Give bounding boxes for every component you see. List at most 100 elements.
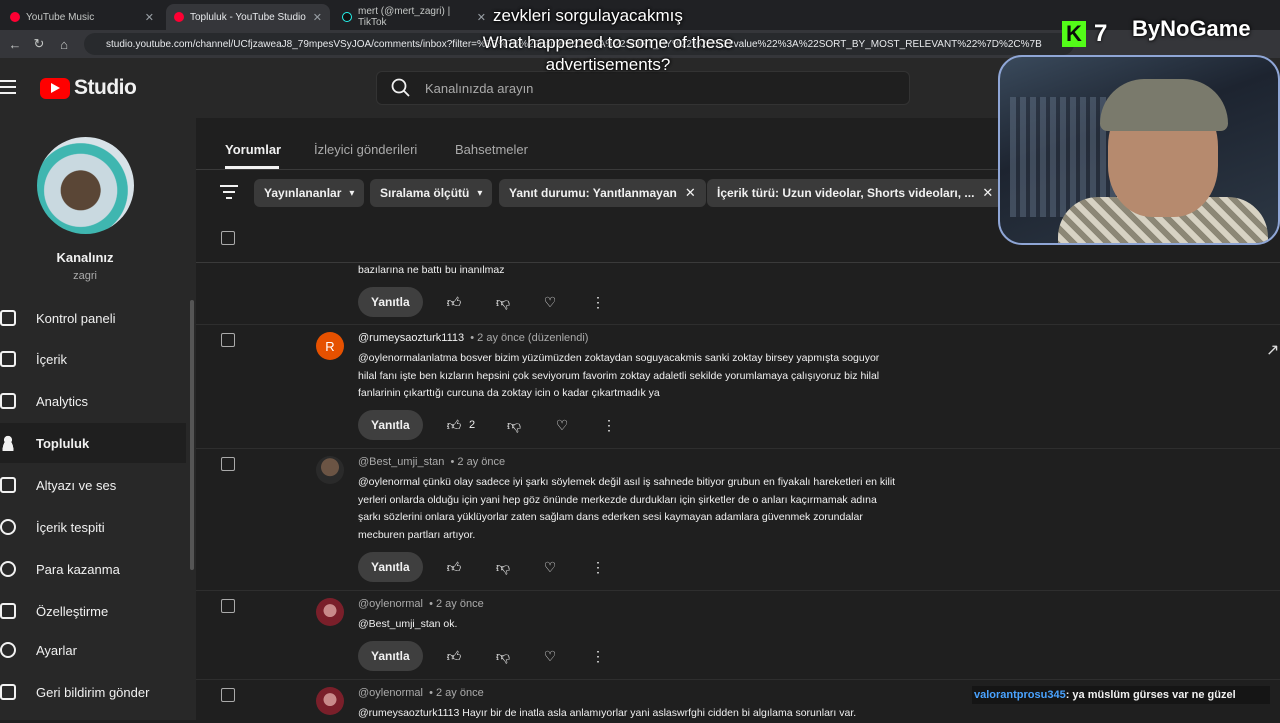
community-icon bbox=[0, 435, 16, 451]
sidebar-scrollbar[interactable] bbox=[190, 300, 194, 570]
filter-chip-published[interactable]: Yayınlananlar ▾ bbox=[254, 179, 365, 207]
sidebar-item-dashboard[interactable]: Kontrol paneli bbox=[0, 298, 186, 338]
sidebar-item-label: Özelleştirme bbox=[36, 603, 109, 619]
analytics-icon bbox=[0, 393, 16, 409]
reply-button[interactable]: Yanıtla bbox=[358, 641, 423, 671]
heart-icon[interactable]: ♡ bbox=[541, 647, 559, 665]
filter-chip-content-type[interactable]: İçerik türü: Uzun videolar, Shorts video… bbox=[707, 179, 1004, 207]
comment-time: • 2 ay önce (düzenlendi) bbox=[470, 332, 589, 344]
like-icon[interactable]: 👍︎ bbox=[445, 558, 463, 576]
filter-icon[interactable] bbox=[220, 185, 238, 199]
sidebar-item-label: Topluluk bbox=[36, 435, 90, 451]
channel-avatar[interactable] bbox=[37, 137, 134, 234]
comment-author: @oylenormal • 2 ay önce bbox=[358, 598, 484, 610]
youtube-studio-favicon-icon bbox=[174, 12, 184, 22]
sidebar-item-settings[interactable]: Ayarlar bbox=[0, 630, 186, 670]
filter-chip-reply-status[interactable]: Yanıt durumu: Yanıtlanmayan ✕ bbox=[499, 179, 706, 207]
sidebar-item-content[interactable]: İçerik bbox=[0, 339, 186, 379]
browser-tab-label: YouTube Music bbox=[26, 11, 95, 23]
filter-chip-label: Sıralama ölçütü bbox=[380, 186, 470, 200]
content-icon bbox=[0, 351, 16, 367]
sidebar-item-community[interactable]: Topluluk bbox=[0, 423, 186, 463]
reply-label: Yanıtla bbox=[371, 295, 410, 309]
comment-checkbox[interactable] bbox=[221, 688, 235, 702]
sidebar-item-analytics[interactable]: Analytics bbox=[0, 381, 186, 421]
avatar[interactable] bbox=[316, 598, 344, 626]
more-options-icon[interactable]: ⋮ bbox=[589, 558, 607, 576]
reply-label: Yanıtla bbox=[371, 649, 410, 663]
channel-search-input[interactable]: Kanalınızda arayın bbox=[376, 71, 910, 105]
sidebar-item-copyright[interactable]: İçerik tespiti bbox=[0, 507, 186, 547]
tab-viewer-posts[interactable]: İzleyici gönderileri bbox=[314, 142, 417, 157]
more-options-icon[interactable]: ⋮ bbox=[589, 293, 607, 311]
comment-author-handle[interactable]: @Best_umji_stan bbox=[358, 456, 444, 468]
dislike-icon[interactable]: 👎︎ bbox=[494, 558, 512, 576]
like-icon[interactable]: 👍︎ bbox=[445, 647, 463, 665]
search-icon bbox=[391, 78, 410, 97]
youtube-studio-logo[interactable]: Studio bbox=[40, 76, 137, 100]
browser-tab-tiktok[interactable]: mert (@mert_zagri) | TikTok ✕ bbox=[334, 4, 494, 30]
browser-tab-label: mert (@mert_zagri) | TikTok bbox=[358, 6, 451, 28]
reply-button[interactable]: Yanıtla bbox=[358, 287, 423, 317]
more-options-icon[interactable]: ⋮ bbox=[589, 647, 607, 665]
reply-button[interactable]: Yanıtla bbox=[358, 552, 423, 582]
like-icon[interactable]: 👍︎ bbox=[445, 416, 463, 434]
chevron-down-icon: ▾ bbox=[349, 187, 355, 199]
heart-icon[interactable]: ♡ bbox=[541, 558, 559, 576]
streamer-watermark: ByNoGame bbox=[1132, 16, 1251, 41]
reply-label: Yanıtla bbox=[371, 418, 410, 432]
comment-author: @Best_umji_stan • 2 ay önce bbox=[358, 456, 505, 468]
open-external-arrow-icon[interactable]: ↗ bbox=[1266, 340, 1279, 360]
close-tab-icon[interactable]: ✕ bbox=[313, 11, 322, 24]
comment-time: • 2 ay önce bbox=[450, 456, 506, 468]
sidebar-item-subtitles[interactable]: Altyazı ve ses bbox=[0, 465, 186, 505]
webcam-overlay bbox=[998, 55, 1280, 245]
browser-tab-label: Topluluk - YouTube Studio bbox=[190, 11, 306, 23]
hamburger-menu-icon[interactable] bbox=[0, 80, 16, 94]
comment-checkbox[interactable] bbox=[221, 457, 235, 471]
comment-author-handle[interactable]: @oylenormal bbox=[358, 598, 423, 610]
tab-mentions[interactable]: Bahsetmeler bbox=[455, 142, 528, 157]
reload-icon[interactable]: ↻ bbox=[28, 30, 50, 58]
dislike-icon[interactable]: 👎︎ bbox=[494, 647, 512, 665]
close-icon[interactable]: ✕ bbox=[982, 185, 993, 201]
comment-author-handle[interactable]: @oylenormal bbox=[358, 687, 423, 699]
like-icon[interactable]: 👍︎ bbox=[445, 293, 463, 311]
comment-checkbox[interactable] bbox=[221, 599, 235, 613]
heart-icon[interactable]: ♡ bbox=[553, 416, 571, 434]
avatar[interactable] bbox=[316, 456, 344, 484]
more-options-icon[interactable]: ⋮ bbox=[600, 416, 618, 434]
reply-button[interactable]: Yanıtla bbox=[358, 410, 423, 440]
browser-tab-youtube-music[interactable]: YouTube Music ✕ bbox=[2, 4, 162, 30]
youtube-play-logo-icon bbox=[40, 77, 70, 99]
heart-icon[interactable]: ♡ bbox=[541, 293, 559, 311]
close-icon[interactable]: ✕ bbox=[685, 185, 696, 201]
comment-text: @oylenormal çünkü olay sadece iyi şarkı … bbox=[358, 476, 896, 541]
avatar[interactable]: R bbox=[316, 332, 344, 360]
close-tab-icon[interactable]: ✕ bbox=[145, 11, 154, 24]
subtitles-icon bbox=[0, 477, 16, 493]
dashboard-icon bbox=[0, 310, 16, 326]
back-arrow-icon[interactable]: ← bbox=[4, 30, 26, 58]
dislike-icon[interactable]: 👎︎ bbox=[505, 416, 523, 434]
sidebar-item-label: Kontrol paneli bbox=[36, 310, 116, 326]
comment-author: @oylenormal • 2 ay önce bbox=[358, 687, 484, 699]
comment-author-handle[interactable]: @rumeysaozturk1113 bbox=[358, 332, 464, 344]
sidebar-item-customization[interactable]: Özelleştirme bbox=[0, 591, 186, 631]
sidebar-item-feedback[interactable]: Geri bildirim gönder bbox=[0, 672, 186, 712]
chat-message-overlay: valorantprosu345 : ya müslüm gürses var … bbox=[972, 686, 1270, 704]
close-tab-icon[interactable]: ✕ bbox=[477, 11, 486, 24]
sidebar-item-earn[interactable]: Para kazanma bbox=[0, 549, 186, 589]
dislike-icon[interactable]: 👎︎ bbox=[494, 293, 512, 311]
subtitle-original: zevkleri sorgulayacakmış bbox=[493, 6, 683, 25]
comment-divider bbox=[196, 590, 1280, 591]
home-icon[interactable]: ⌂ bbox=[53, 30, 75, 58]
like-count: 2 bbox=[469, 419, 476, 431]
comment-checkbox[interactable] bbox=[221, 333, 235, 347]
sidebar-item-label: Ayarlar bbox=[36, 642, 77, 658]
avatar[interactable] bbox=[316, 687, 344, 715]
filter-chip-sort[interactable]: Sıralama ölçütü ▾ bbox=[370, 179, 493, 207]
browser-tab-youtube-studio[interactable]: Topluluk - YouTube Studio ✕ bbox=[166, 4, 330, 30]
select-all-checkbox[interactable] bbox=[221, 231, 235, 245]
tab-comments[interactable]: Yorumlar bbox=[225, 142, 281, 157]
